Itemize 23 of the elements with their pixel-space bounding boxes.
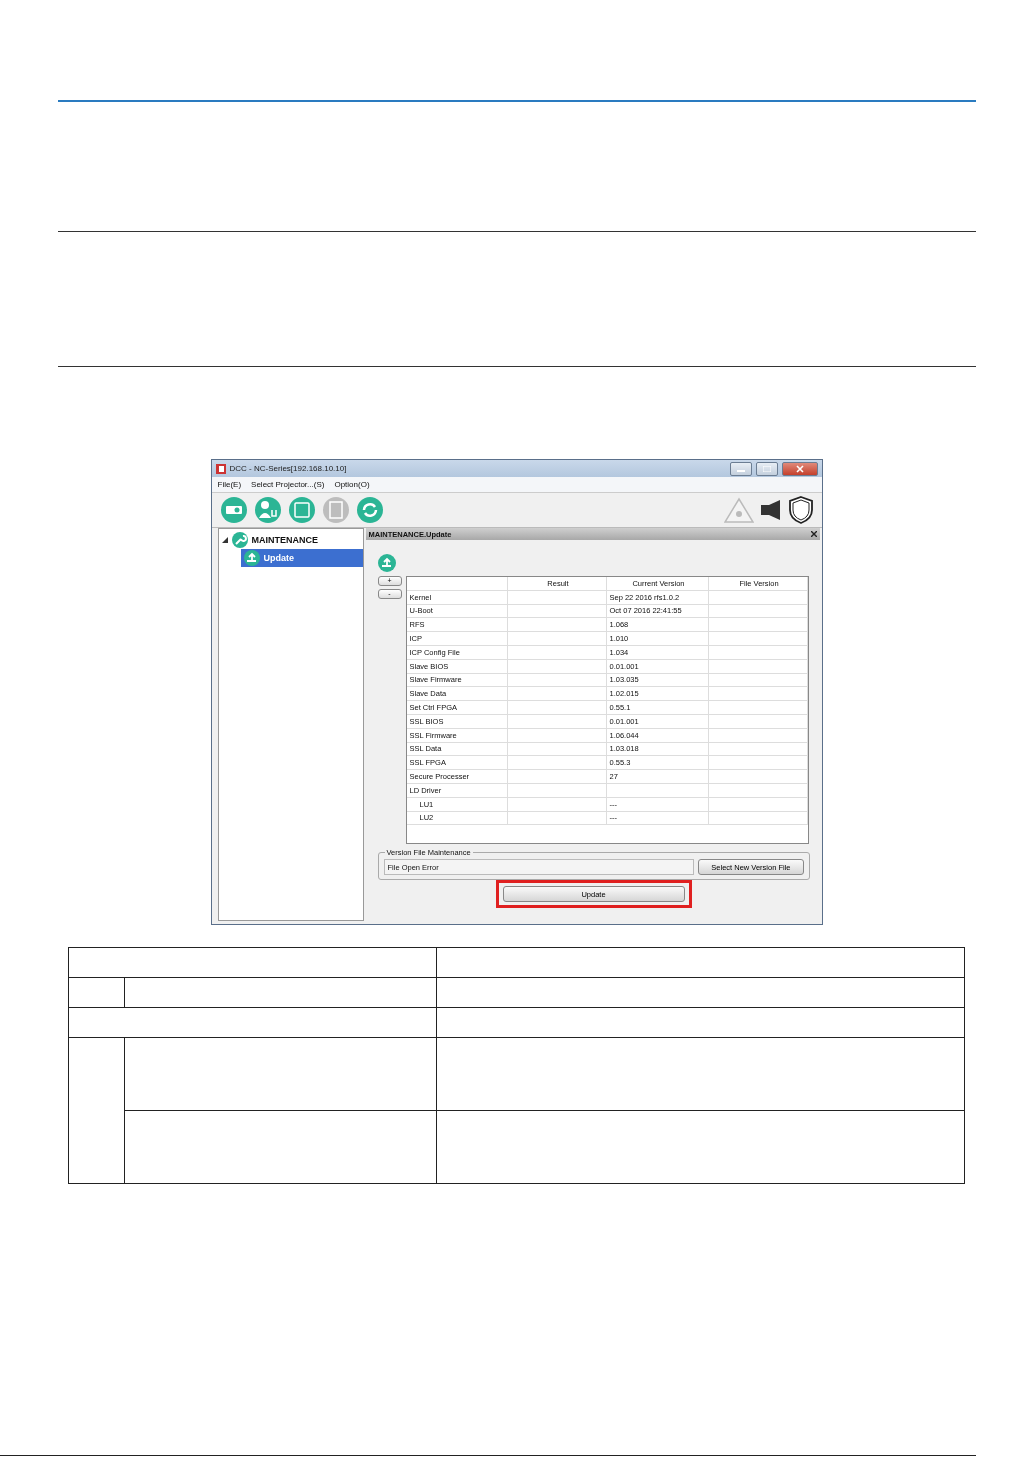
window-title: DCC - NC-Series[192.168.10.10] <box>229 464 348 473</box>
expander-icon[interactable] <box>221 537 228 543</box>
close-button[interactable] <box>781 461 818 476</box>
close-icon[interactable] <box>810 531 817 537</box>
tree-item[interactable]: MAINTENANCE <box>218 531 363 549</box>
app-icon <box>215 463 226 474</box>
menu-item[interactable]: File(E) <box>217 480 242 489</box>
tree-item[interactable]: Update <box>240 549 363 567</box>
maximize-icon <box>762 465 771 472</box>
refresh-icon[interactable] <box>355 496 384 524</box>
projector-icon[interactable] <box>219 496 248 524</box>
upload-icon[interactable] <box>377 554 396 572</box>
shield-icon[interactable] <box>787 495 814 525</box>
upload-icon <box>243 550 260 566</box>
wrench-icon <box>231 532 248 548</box>
close-icon <box>795 464 804 473</box>
minimize-button[interactable] <box>729 461 752 476</box>
user-icon[interactable] <box>253 496 282 524</box>
speaker-icon[interactable] <box>759 499 782 521</box>
floppy-disk-icon[interactable] <box>287 496 316 524</box>
menu-item[interactable]: Select Projector...(S) <box>251 480 325 489</box>
maximize-button[interactable] <box>755 461 778 476</box>
menu-item[interactable]: Option(O) <box>334 480 370 489</box>
